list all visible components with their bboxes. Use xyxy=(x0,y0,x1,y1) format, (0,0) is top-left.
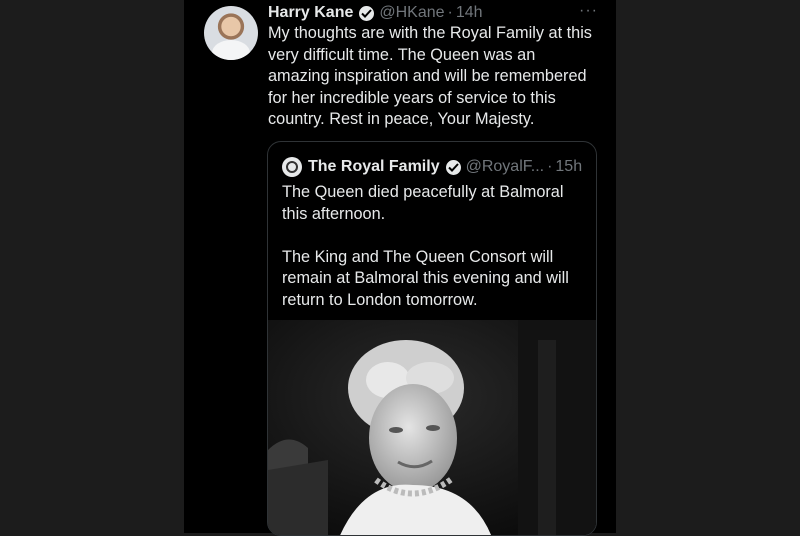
separator-dot: · xyxy=(547,158,553,175)
tweet-time[interactable]: 14h xyxy=(456,4,483,22)
quoted-author-name[interactable]: The Royal Family xyxy=(308,158,440,176)
quoted-author-handle[interactable]: @RoyalF... xyxy=(466,158,544,176)
quoted-tweet-time[interactable]: 15h xyxy=(555,158,582,176)
quoted-tweet[interactable]: The Royal Family @RoyalF... · 15h The Qu… xyxy=(267,141,597,536)
quoted-tweet-header: The Royal Family @RoyalF... · 15h xyxy=(282,156,582,178)
author-avatar[interactable] xyxy=(204,6,258,60)
verified-badge-icon xyxy=(445,159,461,175)
tweet-text: My thoughts are with the Royal Family at… xyxy=(268,24,592,129)
more-options-icon[interactable]: ··· xyxy=(579,2,598,20)
verified-badge-icon xyxy=(359,5,375,21)
separator-dot: · xyxy=(447,4,453,21)
portrait-illustration xyxy=(268,320,596,535)
quoted-tweet-text: The Queen died peacefully at Balmoral th… xyxy=(282,182,587,333)
author-name[interactable]: Harry Kane xyxy=(268,4,353,22)
queen-portrait-photo[interactable] xyxy=(268,320,596,535)
royal-crest-avatar[interactable] xyxy=(282,157,302,177)
author-handle[interactable]: @HKane xyxy=(379,4,444,22)
tweet-header: Harry Kane @HKane · 14h xyxy=(268,3,483,23)
quoted-paragraph: The King and The Queen Consort will rema… xyxy=(282,247,569,309)
quoted-paragraph: The Queen died peacefully at Balmoral th… xyxy=(282,183,564,223)
